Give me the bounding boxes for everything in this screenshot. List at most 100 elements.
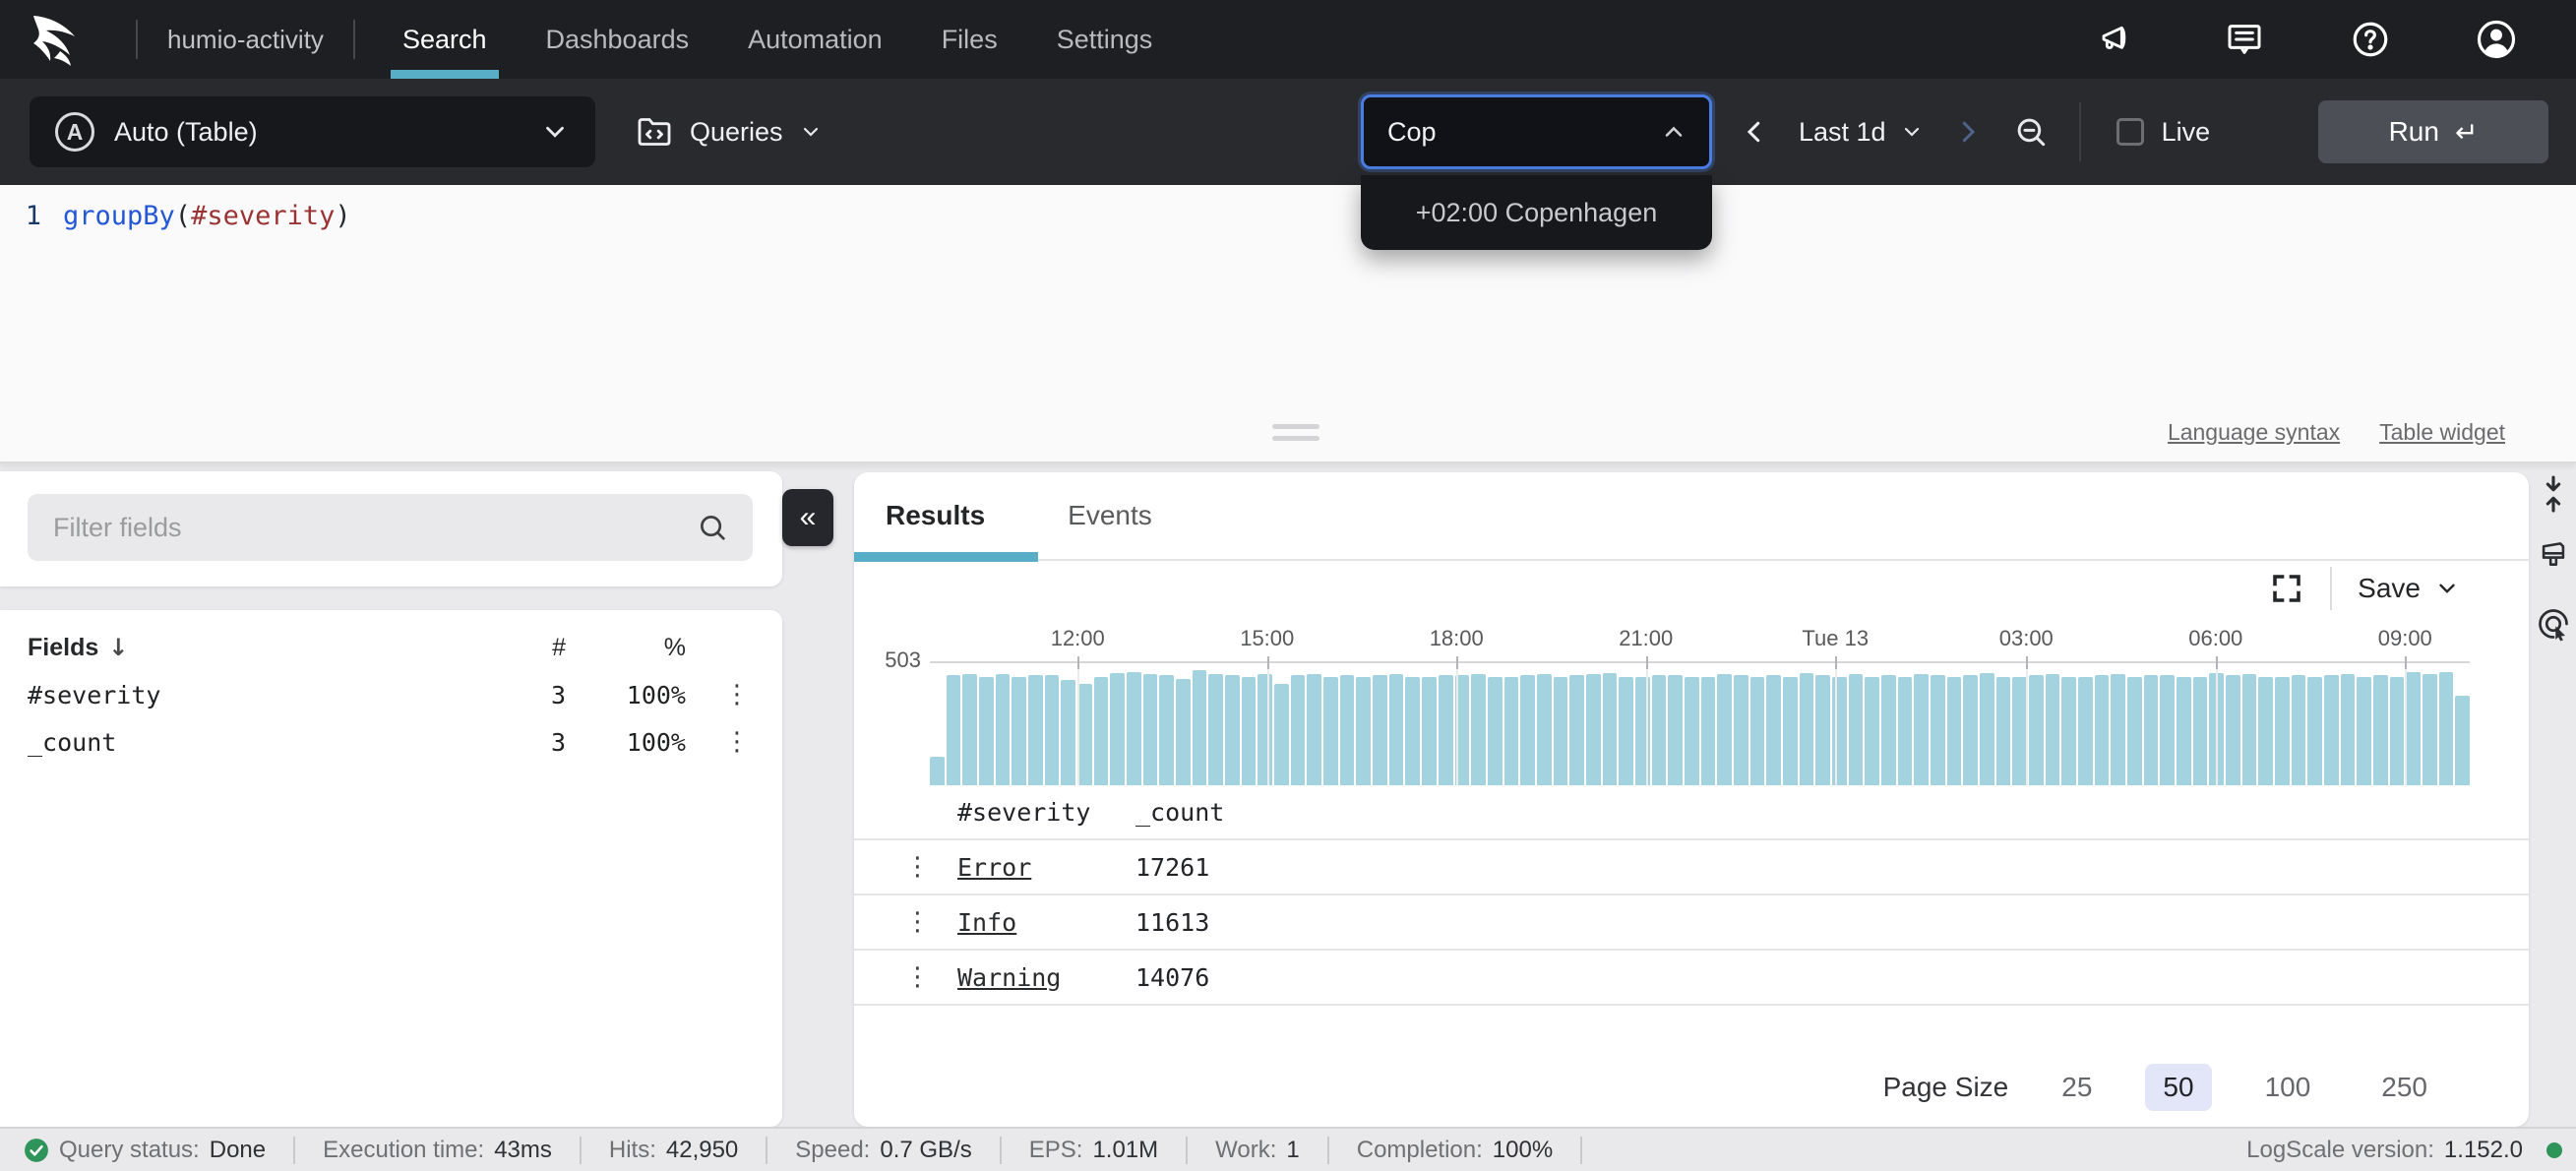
save-button[interactable]: Save: [2358, 573, 2460, 604]
zoom-out-icon[interactable]: [2012, 113, 2050, 151]
histogram-bar: [947, 675, 961, 785]
logscale-version: LogScale version: 1.152.0: [2246, 1137, 2523, 1164]
style-brush-icon[interactable]: [2535, 540, 2572, 578]
histogram-bar: [1750, 677, 1765, 785]
language-syntax-link[interactable]: Language syntax: [2168, 419, 2340, 446]
nav-item-dashboards[interactable]: Dashboards: [542, 0, 694, 79]
histogram-bar: [1963, 675, 1978, 785]
status-divider: [1327, 1137, 1329, 1164]
filter-fields-input[interactable]: [51, 512, 696, 544]
severity-value-link[interactable]: Error: [957, 853, 1135, 882]
page-size-option-25[interactable]: 25: [2044, 1064, 2110, 1111]
count-column-header[interactable]: _count: [1135, 798, 2529, 827]
histogram-bar: [1274, 684, 1289, 785]
histogram-bar: [1685, 677, 1699, 785]
kebab-menu-icon[interactable]: ⋮: [854, 909, 957, 935]
count-column-header[interactable]: #: [481, 634, 572, 662]
kebab-menu-icon[interactable]: ⋮: [854, 854, 957, 880]
axis-tick: [1456, 656, 1458, 669]
timezone-combobox[interactable]: [1361, 94, 1712, 169]
query-editor[interactable]: 1 groupBy(#severity) Language syntax Tab…: [0, 185, 2576, 463]
histogram-bar: [1077, 684, 1092, 785]
field-filter-card: [0, 471, 782, 586]
histogram-bar: [2439, 672, 2454, 785]
tools-divider: [2330, 567, 2332, 610]
nav-item-files[interactable]: Files: [938, 0, 1002, 79]
timezone-input[interactable]: [1385, 116, 1660, 149]
run-button[interactable]: Run ↵: [2318, 100, 2548, 163]
histogram-bar: [1291, 675, 1306, 785]
page-size-option-50[interactable]: 50: [2145, 1064, 2211, 1111]
inspect-click-icon[interactable]: [2535, 605, 2572, 643]
table-widget-link[interactable]: Table widget: [2379, 419, 2505, 446]
severity-value-link[interactable]: Info: [957, 908, 1135, 937]
check-circle-icon: [24, 1138, 49, 1163]
histogram-bar: [1373, 675, 1387, 785]
query-code-line[interactable]: 1 groupBy(#severity): [0, 201, 351, 231]
histogram-bar: [1996, 677, 2011, 785]
status-label: Hits:: [609, 1137, 656, 1164]
kebab-menu-icon[interactable]: ⋮: [692, 729, 782, 755]
nav-item-automation[interactable]: Automation: [744, 0, 887, 79]
tab-events[interactable]: Events: [1038, 471, 1182, 560]
chevron-up-icon[interactable]: [1660, 118, 1687, 146]
status-item: EPS:1.01M: [1029, 1137, 1158, 1164]
percent-column-header[interactable]: %: [572, 634, 692, 662]
queries-dropdown[interactable]: Queries: [635, 96, 823, 167]
sort-descending-icon[interactable]: ↓: [108, 634, 128, 661]
field-row[interactable]: _count 3 100% ⋮: [0, 718, 782, 766]
table-row[interactable]: ⋮ Warning 14076: [854, 951, 2529, 1006]
vertical-gridline: [1456, 661, 1458, 785]
announcements-icon[interactable]: [2098, 19, 2139, 60]
vertical-gridline: [1267, 661, 1269, 785]
collapse-fields-panel-button[interactable]: «: [782, 489, 833, 546]
status-value: 43ms: [494, 1137, 552, 1164]
repo-name[interactable]: humio-activity: [155, 25, 336, 55]
kebab-menu-icon[interactable]: ⋮: [692, 682, 782, 708]
line-number: 1: [0, 201, 41, 231]
fullscreen-icon[interactable]: [2269, 571, 2304, 606]
fields-header[interactable]: Fields ↓: [28, 634, 481, 662]
table-row[interactable]: ⋮ Info 11613: [854, 895, 2529, 951]
crowdstrike-falcon-logo[interactable]: [0, 12, 118, 67]
time-range-dropdown[interactable]: Last 1d: [1799, 117, 1924, 148]
user-avatar[interactable]: [2476, 19, 2517, 60]
table-row[interactable]: ⋮ Error 17261: [854, 840, 2529, 895]
editor-resize-handle[interactable]: [1272, 424, 1319, 448]
status-item: Speed:0.7 GB/s: [795, 1137, 971, 1164]
histogram-plot[interactable]: 12:0015:0018:0021:00Tue 1303:0006:0009:0…: [930, 661, 2470, 785]
page-size-option-250[interactable]: 250: [2363, 1064, 2445, 1111]
previous-timewindow-button[interactable]: [1740, 115, 1769, 149]
filter-fields-input-wrap[interactable]: [28, 494, 753, 561]
widget-view-selector[interactable]: A Auto (Table): [30, 96, 595, 167]
page-size-option-100[interactable]: 100: [2247, 1064, 2329, 1111]
histogram-bar: [1439, 675, 1453, 785]
help-icon[interactable]: [2350, 19, 2391, 60]
histogram-bar: [1340, 675, 1355, 785]
chevron-down-icon: [540, 117, 570, 147]
timezone-option[interactable]: +02:00 Copenhagen: [1416, 198, 1657, 228]
next-timewindow-button[interactable]: [1953, 115, 1983, 149]
x-axis-label: 15:00: [1240, 626, 1294, 651]
histogram-bar: [1980, 673, 1994, 785]
field-name[interactable]: _count: [28, 728, 481, 757]
tab-results[interactable]: Results: [854, 471, 1038, 560]
return-key-icon: ↵: [2455, 116, 2478, 149]
token-function: groupBy: [63, 201, 175, 231]
nav-items: Search Dashboards Automation Files Settings: [399, 0, 1156, 79]
histogram-bar: [2111, 674, 2125, 785]
severity-column-header[interactable]: #severity: [957, 798, 1135, 827]
live-checkbox[interactable]: [2116, 118, 2144, 146]
feedback-icon[interactable]: [2224, 19, 2265, 60]
histogram-bar: [1947, 677, 1962, 785]
kebab-menu-icon[interactable]: ⋮: [854, 964, 957, 990]
histogram-bar: [1668, 675, 1683, 785]
field-name[interactable]: #severity: [28, 681, 481, 709]
histogram-bar: [1159, 675, 1174, 785]
nav-item-search[interactable]: Search: [399, 0, 491, 79]
nav-item-settings[interactable]: Settings: [1053, 0, 1157, 79]
severity-value-link[interactable]: Warning: [957, 963, 1135, 992]
collapse-editor-icon[interactable]: [2535, 475, 2572, 513]
histogram-bar: [2177, 677, 2191, 785]
field-row[interactable]: #severity 3 100% ⋮: [0, 671, 782, 718]
